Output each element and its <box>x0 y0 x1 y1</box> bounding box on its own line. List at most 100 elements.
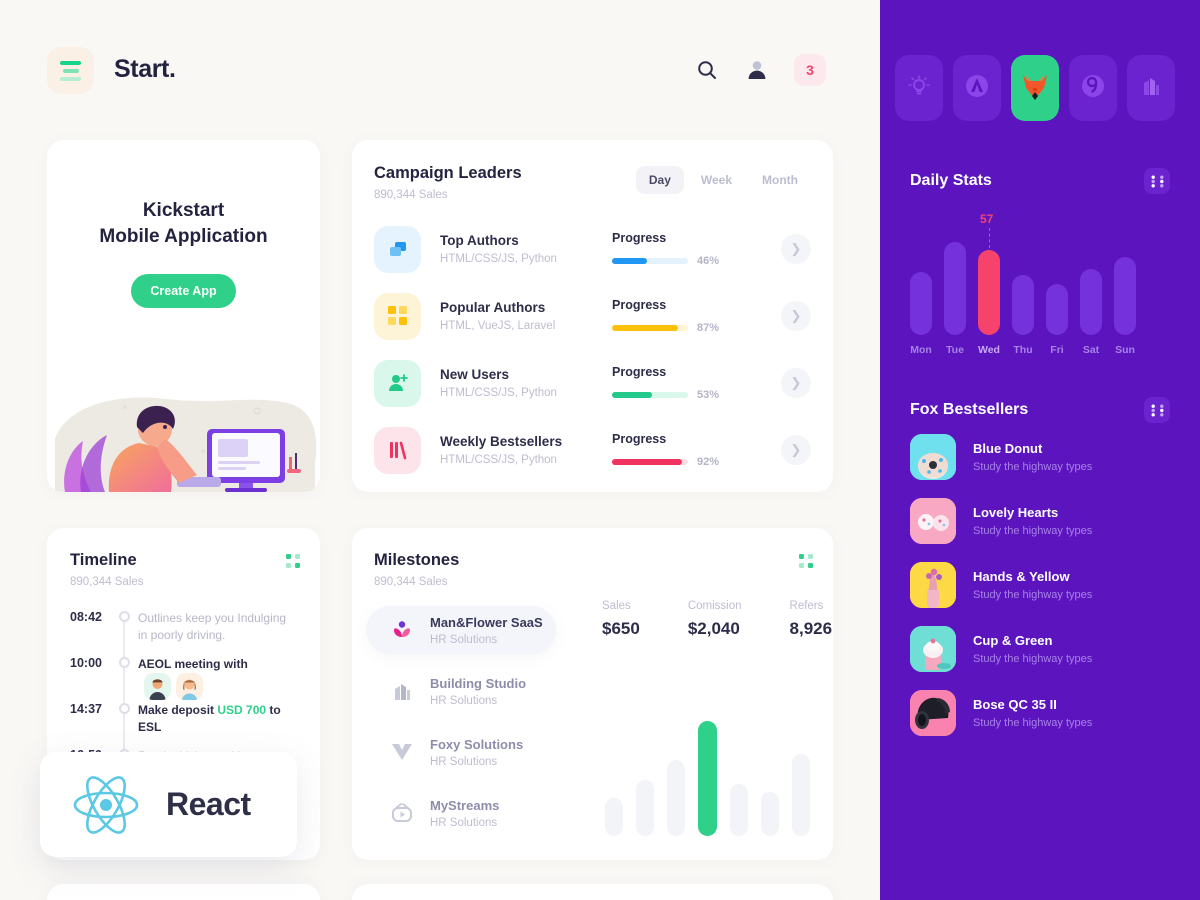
campaign-row-name: Popular Authors <box>440 300 546 315</box>
user-plus-icon <box>374 359 421 407</box>
stat-label: Refers <box>789 600 824 612</box>
campaign-progress: Progress 53% <box>612 365 762 401</box>
campaign-progress: Progress 87% <box>612 298 762 334</box>
progress-label: Progress <box>612 365 667 379</box>
bestseller-item[interactable]: Cup & Green Study the highway types <box>910 626 1175 672</box>
daily-stats-bar <box>1114 257 1136 335</box>
bestseller-text: Hands & Yellow Study the highway types <box>973 569 1092 601</box>
campaign-leaders-card: Campaign Leaders 890,344 Sales Day Week … <box>352 140 833 492</box>
milestone-sub: HR Solutions <box>430 755 498 768</box>
daily-stats-bar <box>1046 284 1068 335</box>
main-content: Start. 3 Kickstart Mobile Application Cr… <box>0 0 880 900</box>
campaign-row-name: Weekly Bestsellers <box>440 434 563 449</box>
bestsellers-title: Fox Bestsellers <box>910 401 1029 418</box>
brand-tile-building-logo[interactable] <box>1127 55 1175 121</box>
bestseller-text: Blue Donut Study the highway types <box>973 441 1092 473</box>
milestones-bar-chart <box>605 716 810 836</box>
campaign-row[interactable]: Top Authors HTML/CSS/JS, Python Progress 46… <box>374 223 811 275</box>
notification-badge[interactable]: 3 <box>794 54 826 86</box>
cup-green-photo <box>910 626 956 672</box>
progress-percent: 46% <box>697 255 720 267</box>
brand-tiles <box>895 55 1175 121</box>
timeline-marker <box>110 609 138 661</box>
bestsellers-list: Blue Donut Study the highway types Lovely … <box>910 434 1175 754</box>
progress-fill <box>612 258 647 264</box>
react-atom-icon <box>73 775 139 834</box>
menu-line <box>60 60 81 65</box>
campaign-row-text: Top Authors HTML/CSS/JS, Python <box>440 233 612 265</box>
progress-label: Progress <box>612 298 667 312</box>
stat-block: Comission $2,040 <box>688 600 742 639</box>
timeline-text: Outlines keep you Indulging in poorly dr… <box>138 611 287 643</box>
timeline-text: AEOL meeting with <box>138 657 248 671</box>
react-badge-card[interactable]: React <box>40 752 297 857</box>
dots-grid-icon[interactable] <box>799 554 813 568</box>
hamburger-menu-icon[interactable] <box>47 47 94 94</box>
day-label: Mon <box>910 344 932 356</box>
search-icon[interactable] <box>694 57 720 83</box>
chevron-right-icon[interactable]: ❯ <box>781 435 811 465</box>
create-app-button[interactable]: Create App <box>131 274 236 309</box>
chevron-right-icon[interactable]: ❯ <box>781 368 811 398</box>
page-title: Start. <box>114 55 176 83</box>
milestones-list: Man&Flower SaaS HR Solutions Building Stud… <box>366 606 574 850</box>
avatar <box>144 673 171 701</box>
milestone-row[interactable]: MyStreams HR Solutions <box>374 789 574 837</box>
stat-value: 8,926 <box>789 619 833 638</box>
kickstart-title-line1: Kickstart <box>142 200 225 221</box>
stat-value: $2,040 <box>687 619 740 638</box>
chevron-right-icon[interactable]: ❯ <box>781 301 811 331</box>
bestseller-name: Cup & Green <box>973 633 1053 648</box>
bestseller-item[interactable]: Blue Donut Study the highway types <box>910 434 1175 480</box>
tab-week[interactable]: Week <box>688 166 745 194</box>
timeline-entry: 08:42 Outlines keep you Indulging in poor… <box>70 609 298 661</box>
brand-tile-lightbulb[interactable] <box>895 55 943 121</box>
brand-tile-fox-logo[interactable] <box>1011 55 1059 121</box>
avatar <box>176 673 203 701</box>
menu-line <box>62 68 79 73</box>
daily-stats-title: Daily Stats <box>910 172 992 189</box>
campaign-row[interactable]: Popular Authors HTML, VueJS, Laravel Progr… <box>374 290 811 342</box>
campaign-row-tags: HTML, VueJS, Laravel <box>440 320 556 332</box>
user-avatar-icon[interactable] <box>744 57 770 83</box>
timeline-avatars[interactable] <box>144 673 203 701</box>
campaign-progress: Progress 46% <box>612 231 762 267</box>
timeline-time: 08:42 <box>70 610 102 624</box>
bestseller-sub: Study the highway types <box>973 589 1093 601</box>
timeline-highlight: USD 700 <box>217 703 267 717</box>
dots-grid-icon[interactable] <box>286 554 300 568</box>
campaign-period-tabs: Day Week Month <box>635 166 811 194</box>
tab-month[interactable]: Month <box>749 166 811 194</box>
daily-stats-bar <box>1012 275 1034 335</box>
kickstart-title-line2: Mobile Application <box>99 226 268 248</box>
brand-tile-arch-logo[interactable] <box>953 55 1001 121</box>
milestone-row[interactable]: Foxy Solutions HR Solutions <box>374 728 574 776</box>
milestones-subtitle: 890,344 Sales <box>374 576 448 588</box>
brand-tile-number-nine[interactable] <box>1069 55 1117 121</box>
bestseller-item[interactable]: Hands & Yellow Study the highway types <box>910 562 1175 608</box>
progress-fill <box>612 459 682 465</box>
milestone-row[interactable]: Man&Flower SaaS HR Solutions <box>366 606 556 654</box>
campaign-row-tags: HTML/CSS/JS, Python <box>440 454 557 466</box>
bose-headphones-photo <box>910 690 956 736</box>
chevron-right-icon[interactable]: ❯ <box>781 234 811 264</box>
building-logo-icon <box>1139 74 1163 103</box>
campaign-row[interactable]: New Users HTML/CSS/JS, Python Progress 53% ❯ <box>374 357 811 409</box>
dots-grid-icon[interactable] <box>1144 397 1170 423</box>
campaign-row[interactable]: Weekly Bestsellers HTML/CSS/JS, Python Pro… <box>374 424 811 476</box>
bottom-card-right <box>352 884 833 900</box>
dots-grid-icon[interactable] <box>1144 168 1170 194</box>
progress-label: Progress <box>612 231 667 245</box>
milestone-row[interactable]: Building Studio HR Solutions <box>374 667 574 715</box>
dashboard-app: Start. 3 Kickstart Mobile Application Cr… <box>0 0 1200 900</box>
tab-day[interactable]: Day <box>635 166 684 194</box>
right-sidebar: Daily Stats Mon Tue Wed Thu Fri Sat Sun 57 Fox… <box>880 0 1200 900</box>
campaign-row-tags: HTML/CSS/JS, Python <box>440 253 557 265</box>
campaign-progress: Progress 92% <box>612 432 762 468</box>
timeline-dot <box>118 703 130 714</box>
campaign-row-text: Popular Authors HTML, VueJS, Laravel <box>440 300 612 332</box>
milestone-text: Building Studio HR Solutions <box>430 676 526 707</box>
bestseller-item[interactable]: Lovely Hearts Study the highway types <box>910 498 1175 544</box>
milestones-title: Milestones <box>374 551 460 569</box>
bestseller-item[interactable]: Bose QC 35 II Study the highway types <box>910 690 1175 736</box>
